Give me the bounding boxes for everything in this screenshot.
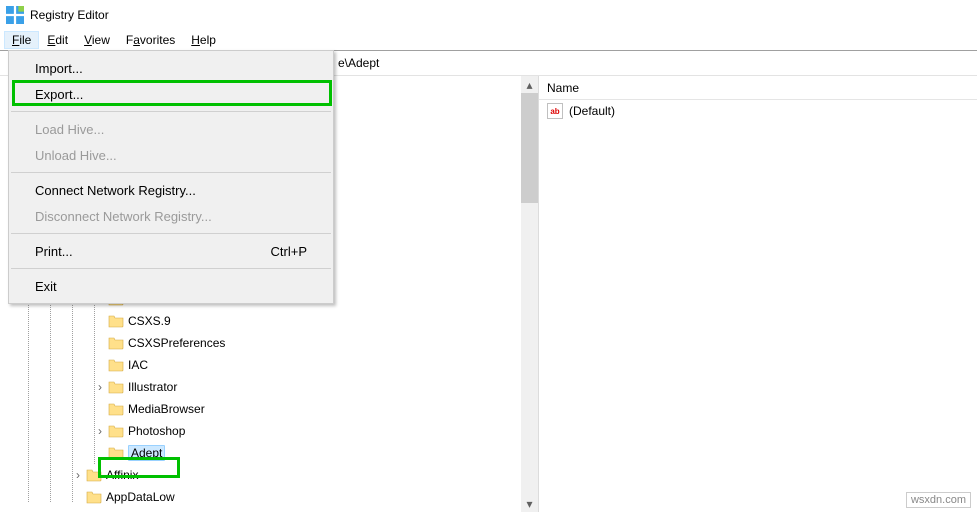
folder-icon	[108, 357, 124, 373]
menu-item-load-hive: Load Hive...	[9, 116, 333, 142]
menu-bar: File Edit View Favorites Help	[0, 30, 977, 50]
menu-edit[interactable]: Edit	[39, 31, 76, 49]
menu-item-import[interactable]: Import...	[9, 55, 333, 81]
tree-node-label: CSXSPreferences	[128, 336, 225, 350]
menu-item-label: Unload Hive...	[35, 148, 117, 163]
folder-icon	[108, 313, 124, 329]
menu-item-label: Disconnect Network Registry...	[35, 209, 212, 224]
tree-node-label: Adept	[128, 445, 165, 461]
menu-item-label: Connect Network Registry...	[35, 183, 196, 198]
menu-item-print[interactable]: Print... Ctrl+P	[9, 238, 333, 264]
values-pane: Name ab (Default)	[539, 76, 977, 512]
chevron-right-icon[interactable]: ›	[94, 380, 106, 394]
tree-scrollbar[interactable]: ▴ ▾	[521, 76, 538, 512]
folder-icon	[86, 467, 102, 483]
app-icon	[6, 6, 24, 24]
menu-item-label: Exit	[35, 279, 57, 294]
scroll-up-icon[interactable]: ▴	[521, 76, 538, 93]
tree-node-label: Photoshop	[128, 424, 185, 438]
tree-node[interactable]: AppDataLow	[0, 486, 521, 508]
file-menu-dropdown: Import... Export... Load Hive... Unload …	[8, 50, 334, 304]
window-title: Registry Editor	[30, 8, 109, 22]
folder-icon	[86, 489, 102, 505]
menu-separator	[11, 111, 331, 112]
scroll-down-icon[interactable]: ▾	[521, 495, 538, 512]
tree-node-label: CSXS.9	[128, 314, 171, 328]
list-item[interactable]: ab (Default)	[539, 100, 977, 122]
menu-item-export[interactable]: Export...	[9, 81, 333, 107]
tree-node[interactable]: CSXSPreferences	[0, 332, 521, 354]
menu-item-connect-network[interactable]: Connect Network Registry...	[9, 177, 333, 203]
folder-icon	[108, 423, 124, 439]
menu-favorites[interactable]: Favorites	[118, 31, 183, 49]
menu-item-unload-hive: Unload Hive...	[9, 142, 333, 168]
menu-separator	[11, 172, 331, 173]
menu-help[interactable]: Help	[183, 31, 224, 49]
menu-item-label: Print...	[35, 244, 73, 259]
string-value-icon: ab	[547, 103, 563, 119]
folder-icon	[108, 335, 124, 351]
tree-node-label: Illustrator	[128, 380, 177, 394]
menu-item-exit[interactable]: Exit	[9, 273, 333, 299]
tree-node[interactable]: Adept	[0, 442, 521, 464]
title-bar: Registry Editor	[0, 0, 977, 30]
folder-icon	[108, 445, 124, 461]
folder-icon	[108, 401, 124, 417]
tree-node[interactable]: › Illustrator	[0, 376, 521, 398]
scroll-thumb[interactable]	[521, 93, 538, 203]
tree-node-label: IAC	[128, 358, 148, 372]
chevron-right-icon[interactable]: ›	[72, 468, 84, 482]
tree-node[interactable]: › Affinix	[0, 464, 521, 486]
tree-node[interactable]: MediaBrowser	[0, 398, 521, 420]
menu-item-label: Export...	[35, 87, 83, 102]
menu-separator	[11, 268, 331, 269]
menu-view[interactable]: View	[76, 31, 118, 49]
folder-icon	[108, 379, 124, 395]
tree-node-label: MediaBrowser	[128, 402, 205, 416]
tree-node-label: Affinix	[106, 468, 138, 482]
column-label: Name	[547, 81, 579, 95]
menu-item-shortcut: Ctrl+P	[271, 244, 307, 259]
address-path-fragment: e\Adept	[338, 56, 379, 70]
chevron-right-icon[interactable]: ›	[94, 424, 106, 438]
tree-node[interactable]: CSXS.9	[0, 310, 521, 332]
menu-item-label: Import...	[35, 61, 83, 76]
tree-node[interactable]: › Photoshop	[0, 420, 521, 442]
tree-node[interactable]: IAC	[0, 354, 521, 376]
value-name: (Default)	[569, 104, 615, 118]
menu-file[interactable]: File	[4, 31, 39, 49]
tree-node-label: AppDataLow	[106, 490, 175, 504]
menu-separator	[11, 233, 331, 234]
column-header-name[interactable]: Name	[539, 76, 977, 100]
menu-item-label: Load Hive...	[35, 122, 104, 137]
menu-item-disconnect-network: Disconnect Network Registry...	[9, 203, 333, 229]
watermark: wsxdn.com	[906, 492, 971, 508]
